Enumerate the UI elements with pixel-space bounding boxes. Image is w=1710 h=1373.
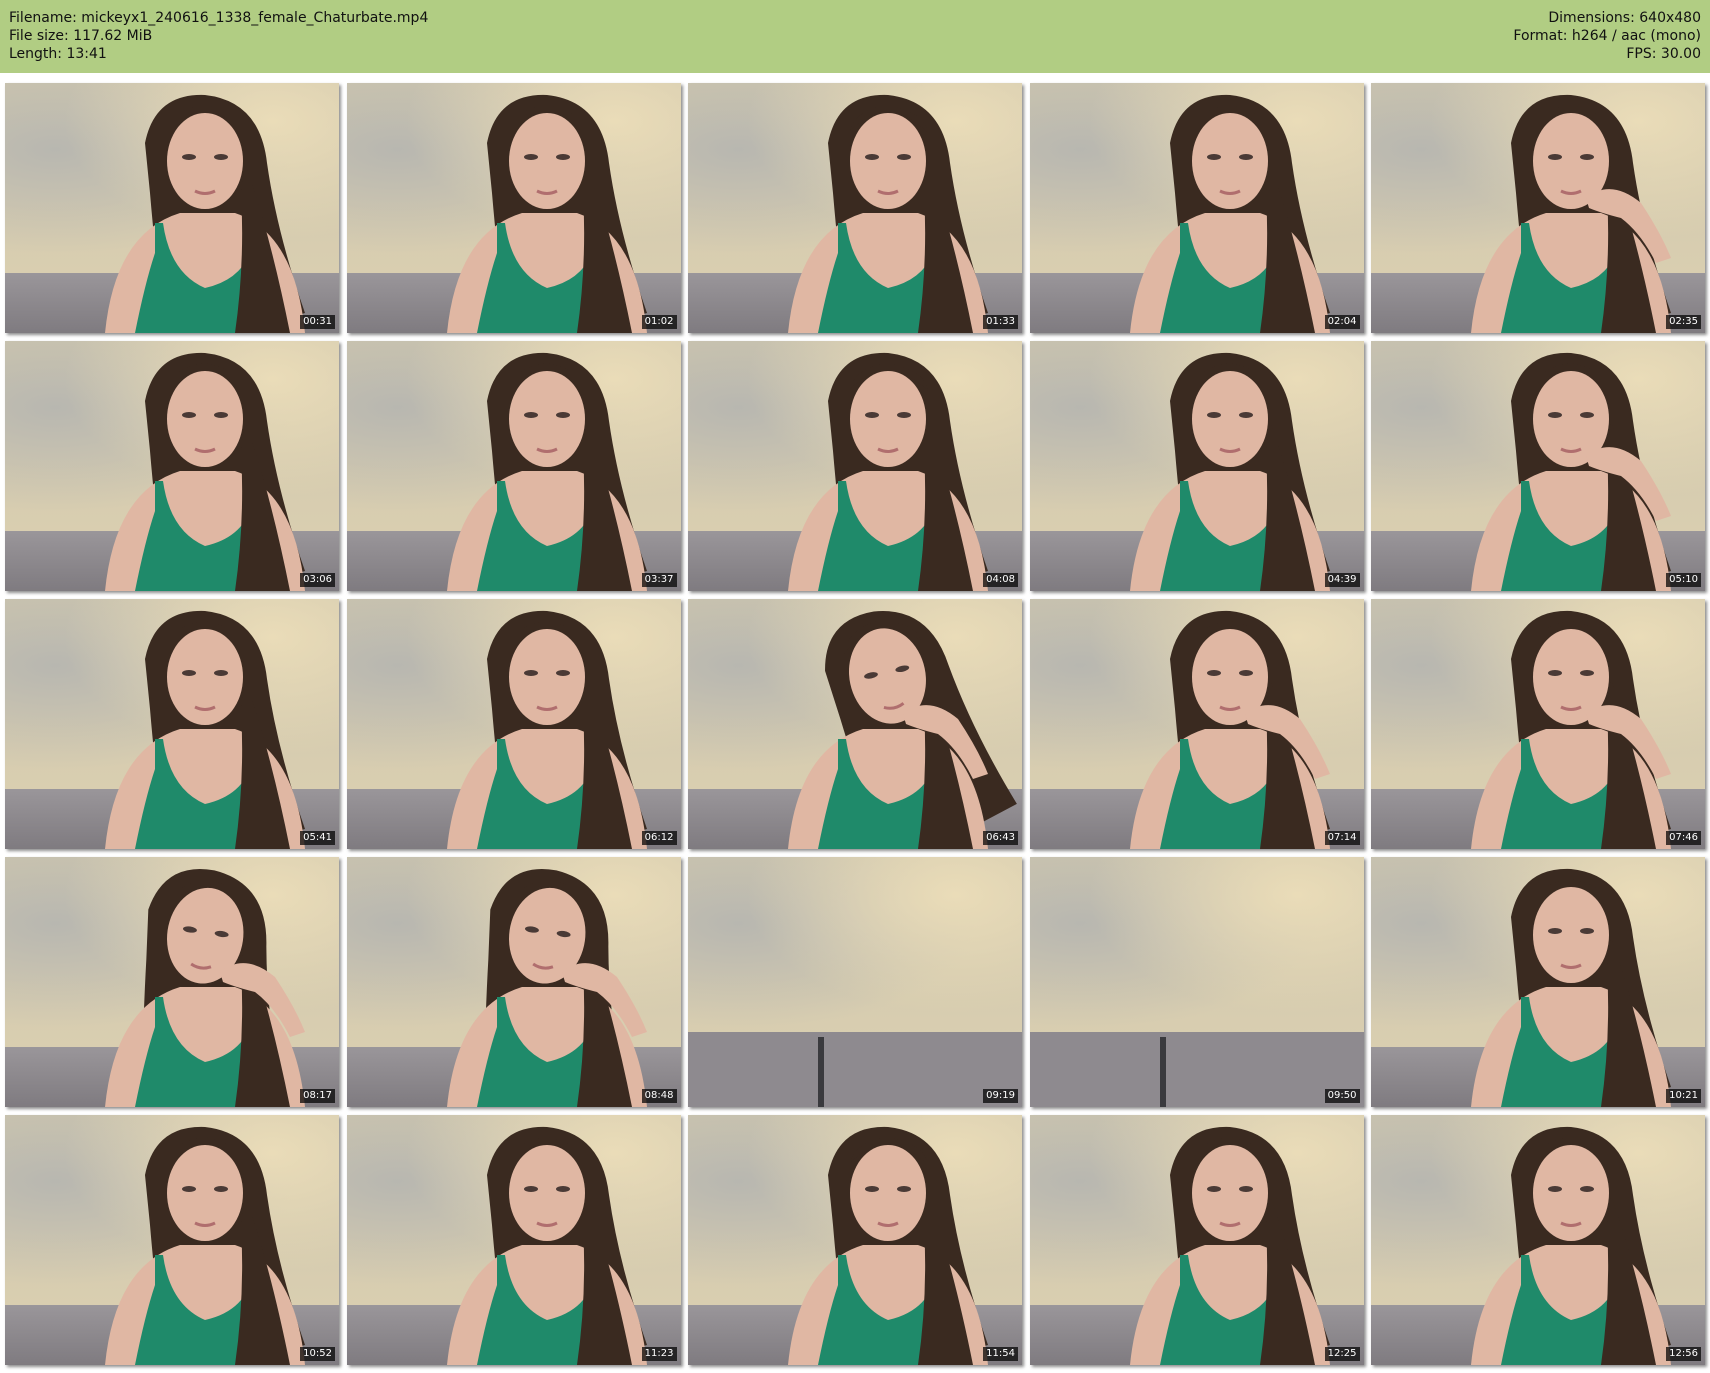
webcam-frame	[105, 869, 305, 1107]
timestamp-label: 07:14	[1324, 831, 1360, 845]
thumbnail: 09:50	[1029, 857, 1364, 1107]
timestamp-label: 00:31	[300, 315, 335, 329]
timestamp-label: 11:54	[983, 1347, 1018, 1361]
webcam-frame	[446, 869, 647, 1107]
webcam-frame	[446, 352, 647, 591]
dimensions-text: Dimensions: 640x480	[1548, 10, 1701, 26]
thumbnail: 01:33	[688, 83, 1022, 333]
thumbnail: 11:54	[688, 1115, 1022, 1365]
thumbnail: 05:10	[1371, 341, 1705, 591]
info-right: Dimensions: 640x480 Format: h264 / aac (…	[1513, 9, 1701, 63]
webcam-frame	[1471, 1126, 1671, 1365]
timestamp-label: 10:21	[1666, 1089, 1701, 1103]
webcam-frame	[1471, 610, 1671, 849]
thumbnail: 06:12	[346, 599, 681, 849]
timestamp-label: 12:56	[1666, 1347, 1701, 1361]
empty-room-frame	[1029, 1032, 1364, 1107]
webcam-frame	[105, 94, 305, 333]
webcam-frame	[788, 610, 1017, 849]
fps-text: FPS: 30.00	[1626, 46, 1701, 62]
thumbnail: 12:25	[1029, 1115, 1364, 1365]
thumbnail: 07:46	[1371, 599, 1705, 849]
thumbnail: 08:17	[5, 857, 339, 1107]
filesize-text: File size: 117.62 MiB	[9, 28, 153, 44]
webcam-frame	[105, 352, 305, 591]
format-text: Format: h264 / aac (mono)	[1513, 28, 1701, 44]
thumbnail: 01:02	[346, 83, 681, 333]
thumbnail: 12:56	[1371, 1115, 1705, 1365]
timestamp-label: 06:12	[641, 831, 677, 845]
thumbnail: 04:39	[1029, 341, 1364, 591]
timestamp-label: 01:33	[983, 315, 1018, 329]
webcam-frame	[105, 1126, 305, 1365]
webcam-frame	[1129, 352, 1330, 591]
timestamp-label: 06:43	[983, 831, 1018, 845]
info-header: Filename: mickeyx1_240616_1338_female_Ch…	[0, 0, 1710, 73]
timestamp-label: 05:10	[1666, 573, 1701, 587]
webcam-frame	[446, 1126, 647, 1365]
timestamp-label: 02:35	[1666, 315, 1701, 329]
thumbnail: 10:52	[5, 1115, 339, 1365]
timestamp-label: 07:46	[1666, 831, 1701, 845]
webcam-frame	[1471, 94, 1671, 333]
timestamp-label: 11:23	[641, 1347, 677, 1361]
timestamp-label: 04:39	[1324, 573, 1360, 587]
thumbnail: 04:08	[688, 341, 1022, 591]
info-left: Filename: mickeyx1_240616_1338_female_Ch…	[9, 9, 428, 63]
webcam-frame	[788, 352, 988, 591]
webcam-frame	[1129, 1126, 1330, 1365]
timestamp-label: 05:41	[300, 831, 335, 845]
thumbnail: 09:19	[688, 857, 1022, 1107]
timestamp-label: 03:06	[300, 573, 335, 587]
timestamp-label: 09:19	[983, 1089, 1018, 1103]
timestamp-label: 08:48	[641, 1089, 677, 1103]
timestamp-label: 12:25	[1324, 1347, 1360, 1361]
timestamp-label: 04:08	[983, 573, 1018, 587]
webcam-frame	[1471, 868, 1671, 1107]
webcam-frame	[788, 1126, 988, 1365]
webcam-frame	[446, 610, 647, 849]
timestamp-label: 09:50	[1324, 1089, 1360, 1103]
thumbnail: 10:21	[1371, 857, 1705, 1107]
webcam-frame	[788, 94, 988, 333]
thumbnail: 02:35	[1371, 83, 1705, 333]
empty-room-frame	[688, 1032, 1022, 1107]
timestamp-label: 02:04	[1324, 315, 1360, 329]
thumbnail-grid: 00:31 01:02 01:33 02:04 02:35 03:06 03:3…	[5, 83, 1705, 1370]
webcam-frame	[446, 94, 647, 333]
timestamp-label: 08:17	[300, 1089, 335, 1103]
thumbnail: 03:06	[5, 341, 339, 591]
timestamp-label: 01:02	[641, 315, 677, 329]
timestamp-label: 03:37	[641, 573, 677, 587]
thumbnail: 11:23	[346, 1115, 681, 1365]
thumbnail: 07:14	[1029, 599, 1364, 849]
thumbnail: 08:48	[346, 857, 681, 1107]
thumbnail: 00:31	[5, 83, 339, 333]
webcam-frame	[1129, 610, 1330, 849]
filename-text: Filename: mickeyx1_240616_1338_female_Ch…	[9, 10, 429, 26]
webcam-frame	[1129, 94, 1330, 333]
thumbnail: 05:41	[5, 599, 339, 849]
timestamp-label: 10:52	[300, 1347, 335, 1361]
thumbnail: 06:43	[688, 599, 1022, 849]
thumbnail: 02:04	[1029, 83, 1364, 333]
thumbnail: 03:37	[346, 341, 681, 591]
webcam-frame	[105, 610, 305, 849]
length-text: Length: 13:41	[9, 46, 107, 62]
webcam-frame	[1471, 352, 1671, 591]
